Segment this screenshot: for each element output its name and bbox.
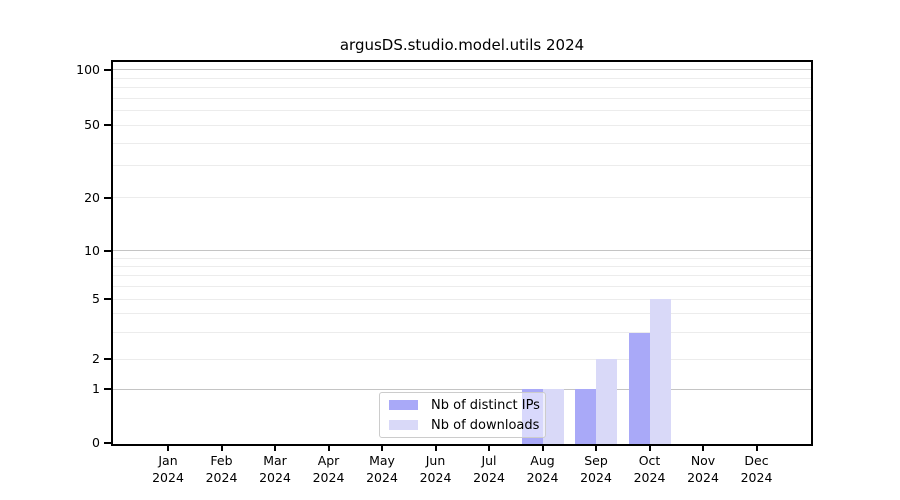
y-tick-label: 20	[84, 189, 100, 205]
x-axis-tick	[488, 446, 490, 451]
x-axis-tick	[755, 446, 758, 451]
x-axis-tick	[274, 446, 276, 451]
bar-distinct-ips	[628, 332, 650, 444]
legend-item: Nb of distinct IPs	[389, 397, 540, 414]
x-tick-label: Dec 2024	[725, 453, 789, 486]
x-axis-tick	[167, 446, 169, 451]
gridline-major	[113, 388, 811, 390]
bar-downloads	[649, 299, 671, 444]
gridline-minor	[113, 197, 811, 199]
gridline-minor	[113, 298, 811, 300]
gridline-minor	[113, 265, 811, 267]
x-axis-tick	[220, 446, 223, 451]
x-axis-tick	[434, 446, 437, 451]
gridline-minor	[113, 97, 811, 99]
legend: Nb of distinct IPs Nb of downloads	[379, 392, 546, 438]
y-tick-label: 100	[76, 61, 100, 77]
y-axis-tick	[104, 441, 111, 444]
gridline-minor	[113, 165, 811, 167]
y-axis-tick	[104, 358, 111, 361]
chart-title: argusDS.studio.model.utils 2024	[339, 36, 585, 54]
legend-swatch	[389, 400, 418, 410]
legend-swatch	[389, 420, 418, 430]
x-axis-tick	[381, 446, 383, 451]
gridline-minor	[113, 87, 811, 89]
gridline-minor	[113, 358, 811, 360]
bar-downloads	[596, 359, 618, 444]
y-tick-label: 0	[92, 434, 100, 450]
x-axis-tick	[595, 446, 598, 451]
x-axis-tick	[541, 446, 544, 451]
y-tick-label: 2	[92, 351, 100, 367]
gridline-minor	[113, 124, 811, 126]
y-axis-tick	[104, 388, 111, 391]
y-tick-label: 5	[92, 291, 100, 307]
x-axis-tick	[702, 446, 705, 451]
gridline-minor	[113, 77, 811, 79]
x-axis-tick	[327, 446, 330, 451]
y-axis-tick	[104, 68, 111, 71]
bar-distinct-ips	[575, 389, 596, 444]
y-axis-tick	[104, 298, 111, 301]
gridline-minor	[113, 110, 811, 112]
gridline-minor	[113, 257, 811, 259]
legend-label: Nb of distinct IPs	[431, 397, 540, 413]
gridline-minor	[113, 286, 811, 288]
gridline-minor	[113, 332, 811, 334]
gridline-major	[113, 250, 811, 252]
y-tick-label: 50	[84, 117, 100, 133]
y-axis-tick	[104, 196, 111, 199]
x-axis-tick	[648, 446, 651, 451]
legend-item: Nb of downloads	[389, 417, 540, 434]
gridline-minor	[113, 275, 811, 277]
gridline-minor	[113, 142, 811, 144]
legend-label: Nb of downloads	[431, 417, 540, 433]
y-tick-label: 10	[84, 242, 100, 258]
y-tick-label: 1	[92, 381, 100, 397]
x-tick-year: 2024	[740, 469, 773, 485]
plot-area: Nb of distinct IPs Nb of downloads	[111, 60, 813, 446]
y-axis-tick	[104, 249, 111, 252]
y-axis-tick	[104, 124, 111, 127]
x-tick-month: Dec	[744, 453, 769, 468]
gridline-minor	[113, 313, 811, 315]
gridline-major	[113, 69, 811, 71]
figure: argusDS.studio.model.utils 2024 Nb of di…	[0, 0, 900, 500]
